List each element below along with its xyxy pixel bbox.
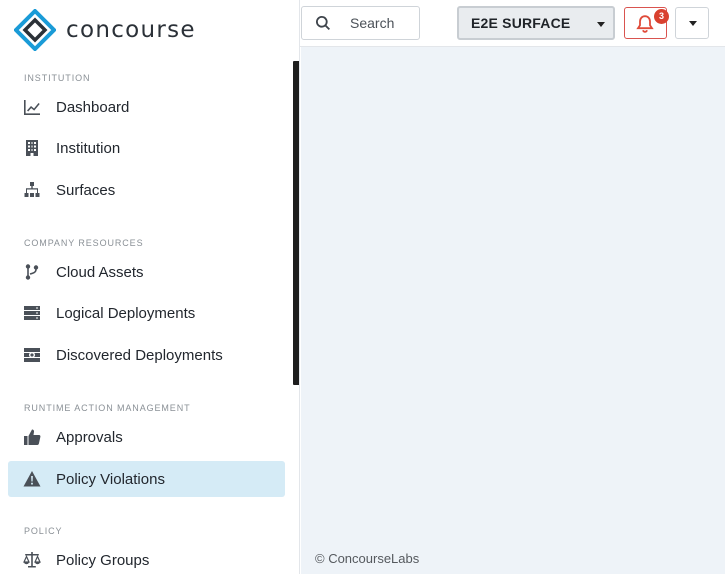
sidebar-item-policy-groups[interactable]: Policy Groups	[8, 542, 285, 574]
footer-copyright: © ConcourseLabs	[315, 551, 420, 566]
server-search-icon	[8, 337, 56, 373]
building-icon	[8, 130, 56, 166]
sidebar-item-label: Policy Violations	[56, 470, 165, 488]
sidebar-item-discovered-deployments[interactable]: Discovered Deployments	[8, 337, 285, 373]
sidebar-item-dashboard[interactable]: Dashboard	[8, 89, 285, 125]
code-branch-icon	[8, 254, 56, 290]
sidebar-item-label: Institution	[56, 139, 121, 157]
sidebar-item-label: Policy Groups	[56, 551, 150, 569]
sidebar-item-approvals[interactable]: Approvals	[8, 419, 285, 455]
section-label-institution: INSTITUTION	[24, 73, 91, 83]
search-label: Search	[350, 15, 395, 31]
sidebar-item-logical-deployments[interactable]: Logical Deployments	[8, 295, 285, 331]
search-icon	[316, 16, 330, 30]
section-label-policy: POLICY	[24, 526, 63, 536]
main-content	[301, 47, 725, 574]
sidebar-item-policy-violations[interactable]: Policy Violations	[8, 461, 285, 497]
brand-name: concourse	[66, 17, 196, 43]
chart-line-icon	[8, 89, 56, 125]
sidebar-item-surfaces[interactable]: Surfaces	[8, 172, 285, 208]
brand[interactable]: concourse	[14, 9, 196, 51]
sidebar-item-label: Dashboard	[56, 98, 130, 116]
balance-scale-icon	[8, 542, 56, 574]
sitemap-icon	[8, 172, 56, 208]
sidebar: concourse INSTITUTION Dashboard Institut…	[0, 0, 300, 574]
sidebar-item-label: Cloud Assets	[56, 263, 144, 281]
notification-count-badge: 3	[654, 9, 669, 24]
surface-selected-value: E2E SURFACE	[471, 15, 571, 31]
section-label-runtime-action-management: RUNTIME ACTION MANAGEMENT	[24, 403, 191, 413]
thumbs-up-icon	[8, 419, 56, 455]
search-button[interactable]: Search	[301, 6, 420, 40]
chevron-down-icon	[689, 21, 697, 26]
bell-icon	[636, 15, 654, 33]
concourse-logo-icon	[14, 9, 56, 51]
server-icon	[8, 295, 56, 331]
sidebar-item-label: Discovered Deployments	[56, 346, 223, 364]
user-menu-button[interactable]	[675, 7, 709, 39]
sidebar-item-label: Approvals	[56, 428, 123, 446]
sidebar-scrollbar[interactable]	[293, 61, 299, 385]
warning-icon	[8, 461, 56, 497]
sidebar-item-label: Logical Deployments	[56, 304, 196, 322]
sidebar-item-institution[interactable]: Institution	[8, 130, 285, 166]
sidebar-item-label: Surfaces	[56, 181, 116, 199]
section-label-company-resources: COMPANY RESOURCES	[24, 238, 144, 248]
chevron-down-icon	[597, 22, 605, 27]
surface-select[interactable]: E2E SURFACE	[457, 6, 615, 40]
sidebar-item-cloud-assets[interactable]: Cloud Assets	[8, 254, 285, 290]
